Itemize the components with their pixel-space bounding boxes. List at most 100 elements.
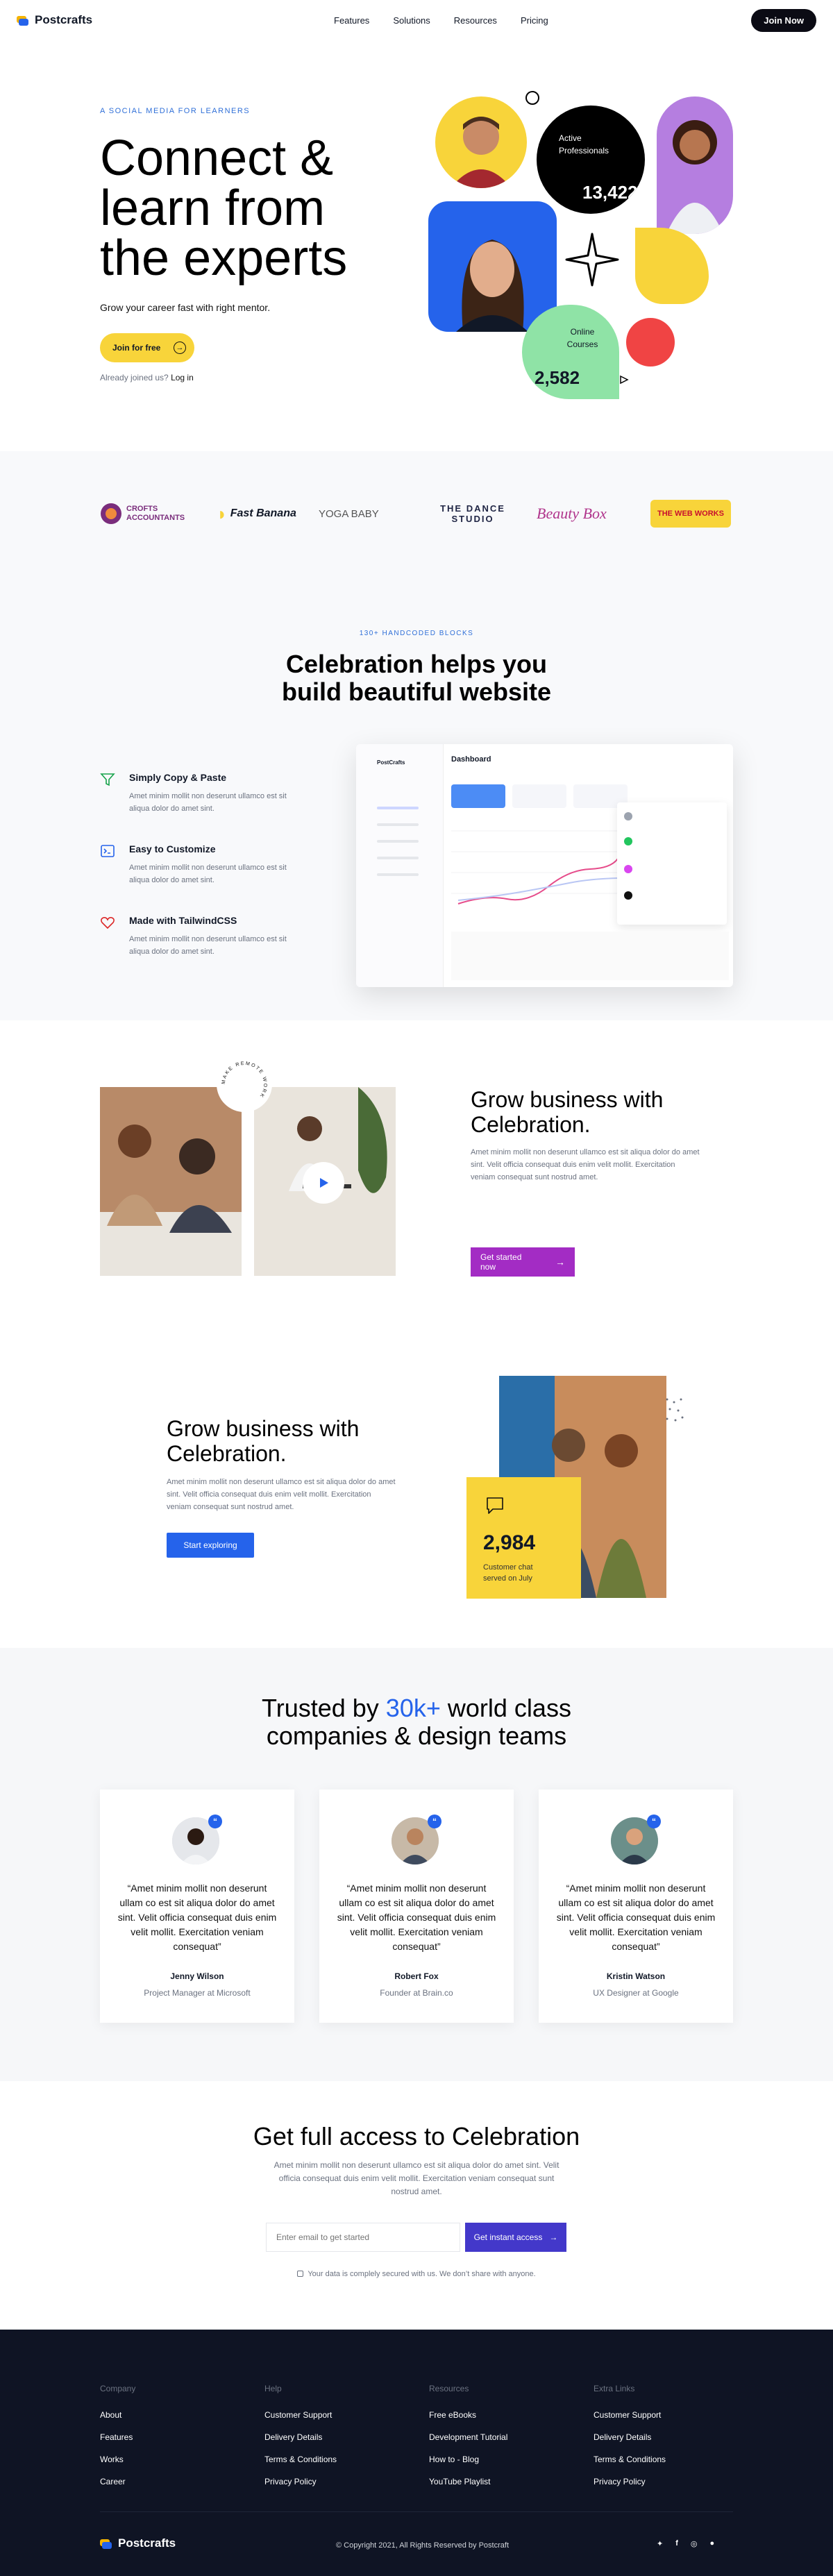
join-free-button[interactable]: Join for free →	[100, 333, 194, 362]
footer-link[interactable]: Free eBooks	[429, 2410, 507, 2420]
filter-icon	[100, 773, 115, 786]
github-icon[interactable]: ●	[710, 2539, 715, 2548]
logo-text: Postcrafts	[35, 13, 93, 26]
footer-link[interactable]: Terms & Conditions	[594, 2455, 666, 2464]
dash-menu	[377, 807, 419, 876]
dash-chat-panel	[617, 802, 727, 925]
testimonial-name: Kristin Watson	[606, 1971, 666, 1981]
footer-link[interactable]: About	[100, 2410, 135, 2420]
trusted-title: Trusted by 30k+ world class companies & …	[0, 1694, 833, 1750]
stat1-value: 13,422	[582, 182, 638, 203]
nav-solutions[interactable]: Solutions	[393, 15, 430, 26]
play-icon	[320, 1178, 328, 1188]
footer-link[interactable]: Delivery Details	[264, 2432, 337, 2442]
terminal-icon	[101, 845, 115, 857]
instagram-icon[interactable]: ◎	[691, 2539, 698, 2548]
quote-icon: “	[647, 1815, 661, 1828]
footer-link[interactable]: YouTube Playlist	[429, 2477, 507, 2486]
hero-subtitle: Grow your career fast with right mentor.	[100, 302, 271, 313]
chat-stat-value: 2,984	[483, 1531, 536, 1554]
footer-link[interactable]: Delivery Details	[594, 2432, 666, 2442]
footer-link[interactable]: Features	[100, 2432, 135, 2442]
facebook-icon[interactable]: f	[675, 2539, 678, 2548]
privacy-note-text: Your data is complely secured with us. W…	[308, 2270, 536, 2278]
twitter-icon[interactable]: ✦	[657, 2539, 663, 2548]
email-input[interactable]	[266, 2223, 460, 2252]
feature-copy-paste: Simply Copy & Paste Amet minim mollit no…	[100, 772, 308, 815]
testimonial-quote: “Amet minim mollit non deserunt ullam co…	[117, 1883, 277, 1952]
footer-link[interactable]: Privacy Policy	[264, 2477, 337, 2486]
stat2-value: 2,582	[535, 367, 580, 388]
brand-web-works: THE WEB WORKS	[650, 500, 731, 528]
brand-beauty-box: Beauty Box	[537, 505, 607, 522]
feature-tailwind: Made with TailwindCSS Amet minim mollit …	[100, 915, 308, 958]
testimonial-card: “ “Amet minim mollit non deserunt ullam …	[100, 1790, 294, 2023]
footer-link[interactable]: Terms & Conditions	[264, 2455, 337, 2464]
site-footer: Company About Features Works Career Help…	[0, 2330, 833, 2576]
footer-logo[interactable]: Postcrafts	[100, 2536, 176, 2550]
stat-active-professionals: Active Professionals 13,422	[537, 106, 645, 214]
avatar-woman-main	[428, 201, 557, 332]
footer-link[interactable]: Development Tutorial	[429, 2432, 507, 2442]
footer-col-company: Company About Features Works Career	[100, 2384, 135, 2499]
lock-icon	[297, 2271, 304, 2277]
feature-title: Simply Copy & Paste	[129, 772, 227, 783]
hero-tag: A SOCIAL MEDIA FOR LEARNERS	[100, 107, 251, 115]
dash-line-chart	[451, 830, 625, 904]
photo-woman-desk	[254, 1087, 396, 1276]
footer-link[interactable]: Career	[100, 2477, 135, 2486]
footer-logo-text: Postcrafts	[118, 2536, 176, 2550]
feature-title: Made with TailwindCSS	[129, 915, 237, 926]
logo-icon	[17, 15, 29, 26]
footer-link[interactable]: Customer Support	[264, 2410, 337, 2420]
join-now-button[interactable]: Join Now	[751, 8, 816, 32]
footer-col-heading: Extra Links	[594, 2384, 635, 2393]
testimonial-role: Founder at Brain.co	[380, 1988, 453, 1998]
testimonial-name: Robert Fox	[394, 1971, 439, 1981]
footer-link[interactable]: Customer Support	[594, 2410, 666, 2420]
svg-text:MAKE REMOTE WORK: MAKE REMOTE WORK	[221, 1061, 267, 1099]
nav-features[interactable]: Features	[334, 15, 369, 26]
testimonial-quote: “Amet minim mollit non deserunt ullam co…	[556, 1883, 716, 1952]
copyright: © Copyright 2021, All Rights Reserved by…	[336, 2541, 509, 2550]
cta-title: Get full access to Celebration	[253, 2122, 580, 2150]
brand-dance-studio: THE DANCE STUDIO	[440, 503, 505, 524]
main-nav: Features Solutions Resources Pricing	[334, 15, 548, 26]
dash-card	[512, 784, 566, 808]
login-prompt: Already joined us? Log in	[100, 373, 194, 382]
stat2-label: Online Courses	[566, 327, 598, 349]
footer-link[interactable]: Works	[100, 2455, 135, 2464]
feature-customize: Easy to Customize Amet minim mollit non …	[100, 843, 308, 886]
get-started-button[interactable]: Get started now →	[471, 1247, 575, 1277]
avatar-man	[435, 96, 527, 188]
grow2-text: Amet minim mollit non deserunt ullamco e…	[167, 1478, 396, 1511]
login-link[interactable]: Log in	[171, 373, 194, 382]
arrow-right-icon: →	[174, 342, 186, 354]
stat1-label: Active Professionals	[559, 133, 609, 155]
footer-col-heading: Company	[100, 2384, 136, 2393]
nav-resources[interactable]: Resources	[454, 15, 497, 26]
start-exploring-button[interactable]: Start exploring	[167, 1533, 254, 1558]
arrow-right-icon: →	[549, 2232, 558, 2242]
play-video-button[interactable]	[303, 1162, 344, 1204]
features-title: Celebration helps you build beautiful we…	[281, 650, 552, 706]
dashboard-preview: PostCrafts Dashboard	[356, 744, 733, 987]
stat-online-courses: Online Courses 2,582	[522, 305, 619, 399]
testimonial-role: Project Manager at Microsoft	[144, 1988, 251, 1998]
footer-link[interactable]: How to - Blog	[429, 2455, 507, 2464]
footer-col-heading: Resources	[429, 2384, 469, 2393]
testimonial-quote: “Amet minim mollit non deserunt ullam co…	[337, 1883, 496, 1952]
testimonial-card: “ “Amet minim mollit non deserunt ullam …	[539, 1790, 733, 2023]
brand-yoga-baby: YOGA BABY	[319, 507, 379, 520]
trusted-highlight: 30k+	[385, 1694, 441, 1722]
nav-pricing[interactable]: Pricing	[521, 15, 548, 26]
get-instant-access-button[interactable]: Get instant access →	[465, 2223, 566, 2252]
quote-icon: “	[428, 1815, 441, 1828]
chat-stat-card: 2,984 Customer chat served on July	[466, 1477, 581, 1599]
brand-fast-banana: ◗ Fast Banana	[217, 503, 296, 524]
header-logo[interactable]: Postcrafts	[17, 13, 92, 27]
quote-icon: “	[208, 1815, 222, 1828]
get-started-label: Get started now	[480, 1252, 522, 1272]
footer-link[interactable]: Privacy Policy	[594, 2477, 666, 2486]
yellow-leaf-shape	[635, 228, 709, 304]
